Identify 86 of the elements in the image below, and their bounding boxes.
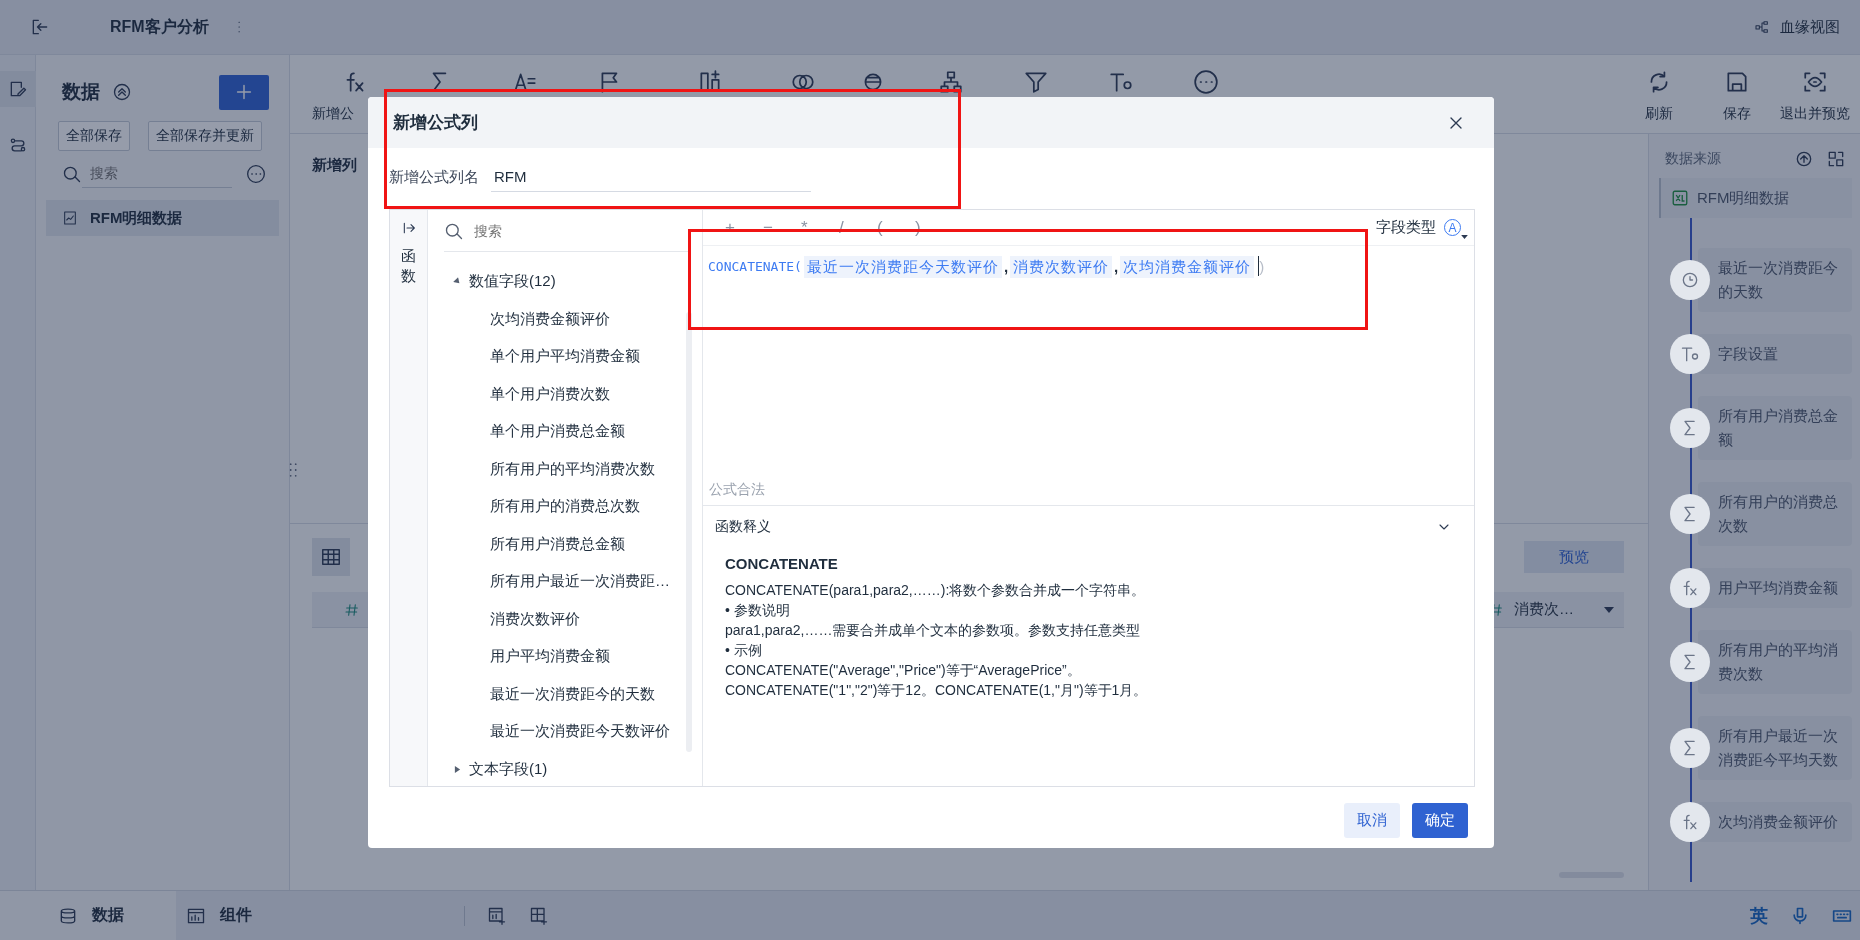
expand-triangle-icon[interactable] — [454, 765, 461, 773]
hierarchy-icon[interactable] — [937, 69, 964, 95]
field-item[interactable]: 所有用户的平均消费次数 — [490, 459, 655, 479]
lineage-icon[interactable] — [1754, 19, 1770, 35]
validation-status: 公式合法 — [708, 481, 766, 499]
source-name: RFM明细数据 — [1697, 188, 1790, 208]
bottom-tab[interactable]: 组件 — [176, 890, 302, 940]
step-card[interactable]: 最近一次消费距今的天数 — [1698, 248, 1852, 312]
section-title: 新增列 — [312, 156, 357, 173]
help-text: CONCATENATE("Average","Price")等于“AveragePrice”。 — [725, 661, 1082, 680]
add-button[interactable] — [219, 74, 269, 110]
help-text: • 示例 — [725, 641, 763, 660]
filter-icon[interactable] — [1022, 69, 1049, 95]
bottom-tab[interactable]: 数据 — [0, 890, 176, 940]
save-button[interactable]: 全部保存并更新 — [148, 121, 262, 151]
field-item[interactable]: 消费次数评价 — [490, 609, 580, 629]
confirm-button[interactable]: 确定 — [1412, 803, 1468, 838]
step-card[interactable]: 字段设置 — [1698, 334, 1852, 374]
clock-icon — [1680, 270, 1700, 290]
step-card[interactable]: 所有用户最近一次消费距今平均天数 — [1698, 716, 1852, 780]
add-grid-icon[interactable] — [529, 905, 549, 926]
scrollbar[interactable] — [686, 312, 692, 752]
save-button[interactable]: 保存 — [1723, 105, 1751, 123]
step-card[interactable]: 用户平均消费金额 — [1698, 568, 1852, 608]
lineage-view-link[interactable]: 血缘视图 — [1780, 17, 1840, 37]
more-icon[interactable] — [1192, 69, 1219, 95]
field-item[interactable]: 最近一次消费距今天数评价 — [490, 722, 670, 742]
panel-title: 数据来源 — [1665, 150, 1721, 168]
cancel-button[interactable]: 取消 — [1344, 803, 1400, 838]
panel-title: 数据 — [62, 80, 100, 104]
field-item[interactable]: 用户平均消费金额 — [490, 647, 610, 667]
line-chart-icon — [62, 210, 78, 226]
function-tab[interactable]: 函数 — [401, 246, 416, 287]
tree-group[interactable]: 文本字段(1) — [469, 759, 548, 779]
edit-icon[interactable] — [0, 71, 36, 107]
field-item[interactable]: 单个用户消费总金额 — [490, 422, 625, 442]
field-label: 新增公式列名 — [389, 167, 479, 187]
field-item[interactable]: 所有用户最近一次消费距… — [490, 572, 670, 592]
spreadsheet-icon — [1671, 189, 1689, 207]
step-card[interactable]: 所有用户消费总金额 — [1698, 396, 1852, 460]
tool-label[interactable]: 新增公 — [312, 105, 354, 123]
microphone-icon[interactable] — [1790, 905, 1810, 926]
number-type-icon — [344, 601, 360, 618]
field-item[interactable]: 单个用户平均消费金额 — [490, 347, 640, 367]
help-title: 函数释义 — [715, 518, 771, 536]
ime-indicator[interactable]: 英 — [1750, 903, 1768, 928]
search-field[interactable]: 搜索 — [82, 159, 232, 188]
field-item[interactable]: 最近一次消费距今的天数 — [490, 684, 655, 704]
report-title: RFM客户分析 — [110, 16, 209, 37]
field-type-label: 字段类型 — [1376, 218, 1436, 237]
refresh-button[interactable]: 刷新 — [1645, 105, 1673, 123]
help-text: CONCATENATE(para1,para2,……):将数个参数合并成一个字符串。 — [725, 581, 1147, 600]
swap-icon[interactable] — [1826, 149, 1846, 169]
collapse-icon[interactable] — [112, 82, 132, 102]
dataset-item[interactable]: RFM明细数据 — [46, 200, 279, 236]
field-item[interactable]: 次均消费金额评价 — [490, 309, 610, 329]
formula-input[interactable]: CONCATENATE( 最近一次消费距今天数评价 , 消费次数评价 , 次均消费金额评价 ) — [703, 246, 1474, 481]
table-view-icon[interactable] — [312, 538, 350, 576]
add-chart-icon[interactable] — [487, 905, 507, 926]
column-header[interactable]: 消费次… — [1514, 600, 1574, 619]
save-button[interactable]: 全部保存 — [58, 121, 130, 151]
operator-button[interactable]: * — [801, 217, 839, 238]
field-item[interactable]: 所有用户消费总金额 — [490, 534, 625, 554]
preview-button[interactable]: 退出并预览 — [1780, 105, 1850, 123]
help-text: • 参数说明 — [725, 601, 791, 620]
more-icon[interactable] — [246, 163, 266, 184]
save-icon[interactable] — [1724, 69, 1750, 95]
upload-icon[interactable] — [1794, 149, 1814, 169]
eye-icon[interactable] — [1802, 69, 1828, 95]
step-card[interactable]: 所有用户的消费总次数 — [1698, 482, 1852, 546]
dialog-title: 新增公式列 — [393, 112, 478, 134]
caret-icon[interactable] — [1461, 235, 1468, 239]
source-card[interactable]: RFM明细数据 — [1659, 178, 1852, 218]
exit-icon[interactable] — [30, 17, 50, 37]
help-text: CONCATENATE("1","2")等于12。CONCATENATE(1,"月")等于1月。 — [725, 681, 1149, 700]
field-item[interactable]: 单个用户消费次数 — [490, 384, 610, 404]
help-text: para1,para2,……需要合并成单个文本的参数项。参数支持任意类型 — [725, 621, 1142, 640]
search-field[interactable]: 搜索 — [470, 218, 620, 243]
preview-button[interactable]: 预览 — [1524, 541, 1624, 573]
database-icon — [58, 905, 78, 926]
step-card[interactable]: 所有用户的平均消费次数 — [1698, 630, 1852, 694]
function-name: CONCATENATE — [725, 554, 839, 574]
operator-button[interactable]: − — [763, 217, 801, 238]
tree-group[interactable]: 数值字段(12) — [469, 272, 556, 292]
step-card[interactable]: 次均消费金额评价 — [1698, 802, 1852, 842]
field-item[interactable]: 所有用户的消费总次数 — [490, 497, 640, 517]
